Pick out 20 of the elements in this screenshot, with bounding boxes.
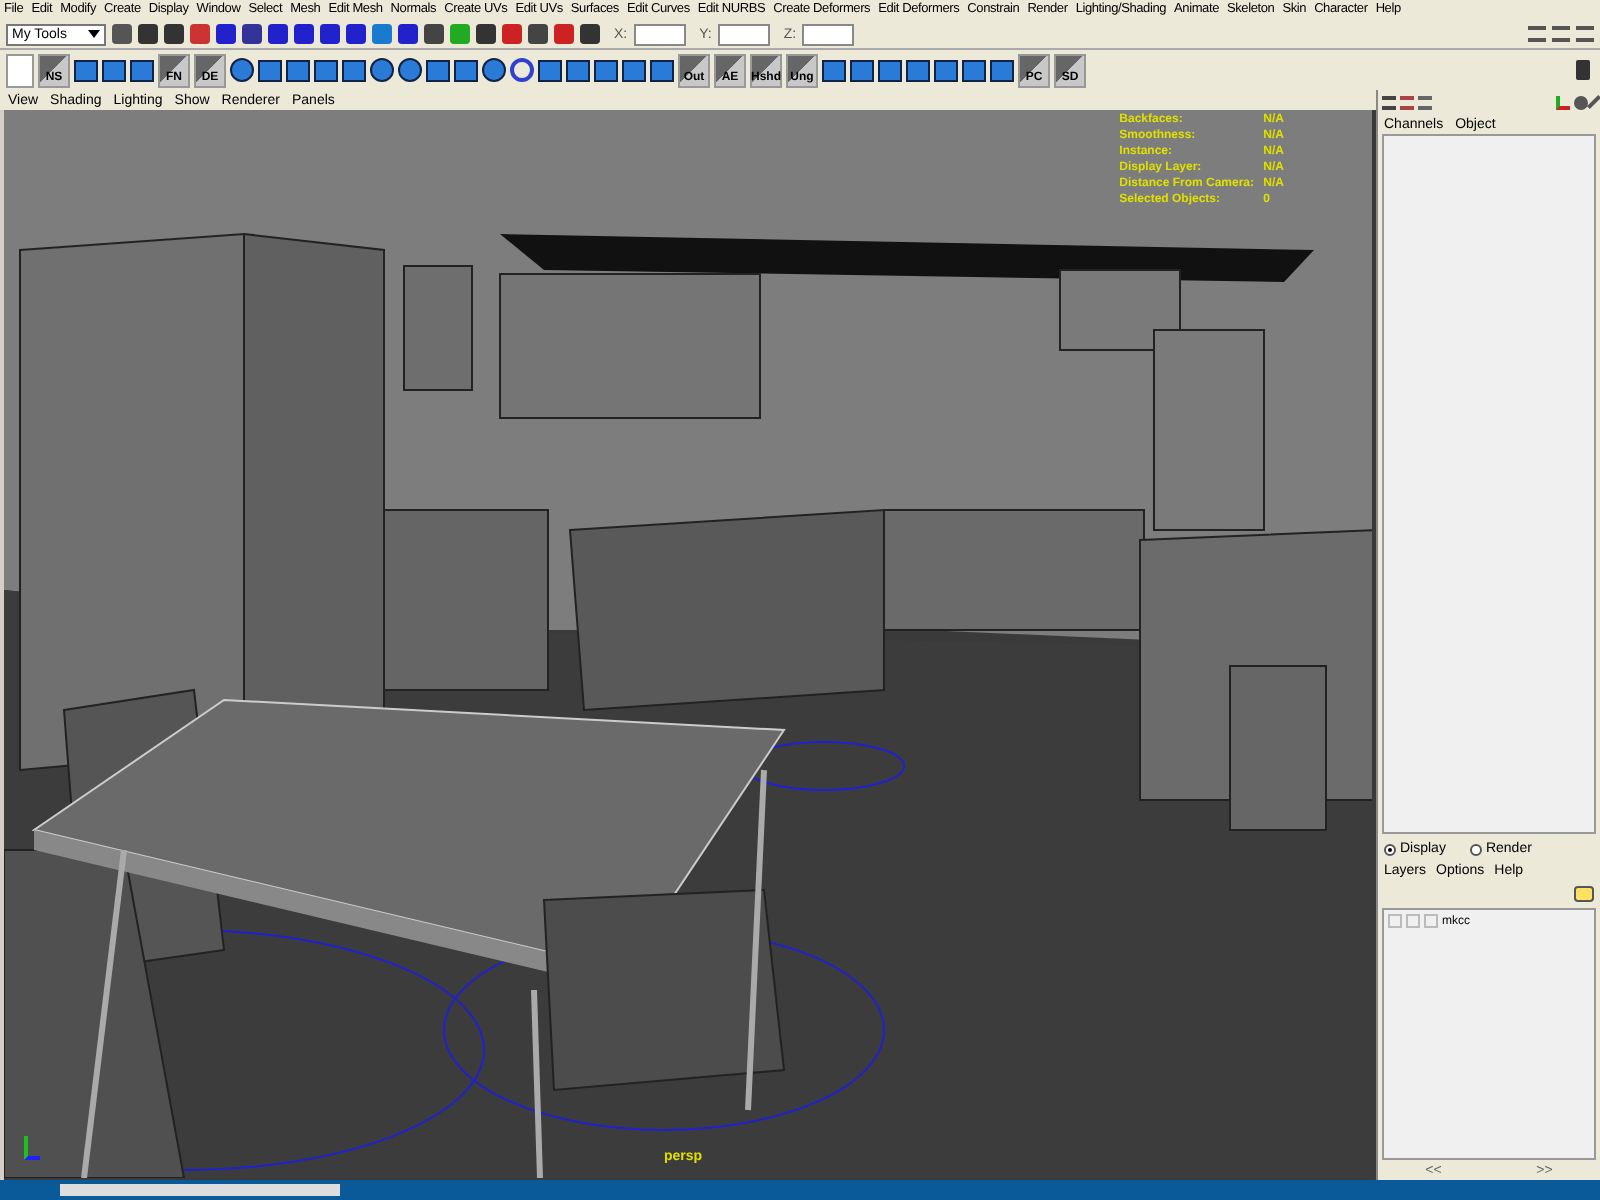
template-toggle[interactable] <box>1406 914 1420 928</box>
shelf-tab-menu[interactable] <box>6 53 34 87</box>
coordinate-field[interactable] <box>633 23 686 45</box>
axis-icon[interactable] <box>1556 95 1570 109</box>
radio-button[interactable] <box>1469 843 1482 855</box>
coordinate-field[interactable] <box>802 23 855 45</box>
visibility-toggle[interactable] <box>1388 914 1402 928</box>
attribute-editor-icon[interactable] <box>1418 95 1432 109</box>
command-line-field[interactable] <box>60 1184 340 1196</box>
attribute-editor-icon[interactable] <box>1552 26 1570 42</box>
new-layer-icon[interactable] <box>1574 886 1594 902</box>
tool-settings-icon[interactable] <box>1576 26 1594 42</box>
axis-gizmo-icon <box>24 1136 40 1160</box>
channel-box-icon[interactable] <box>1528 26 1546 42</box>
coordinate-field[interactable] <box>717 23 770 45</box>
color-swatch[interactable] <box>1424 914 1438 928</box>
channel-box-icon[interactable] <box>1382 95 1396 109</box>
radio-button[interactable] <box>1384 843 1396 855</box>
layer-editor-icon[interactable] <box>1400 95 1414 109</box>
caret-icon <box>88 30 100 38</box>
